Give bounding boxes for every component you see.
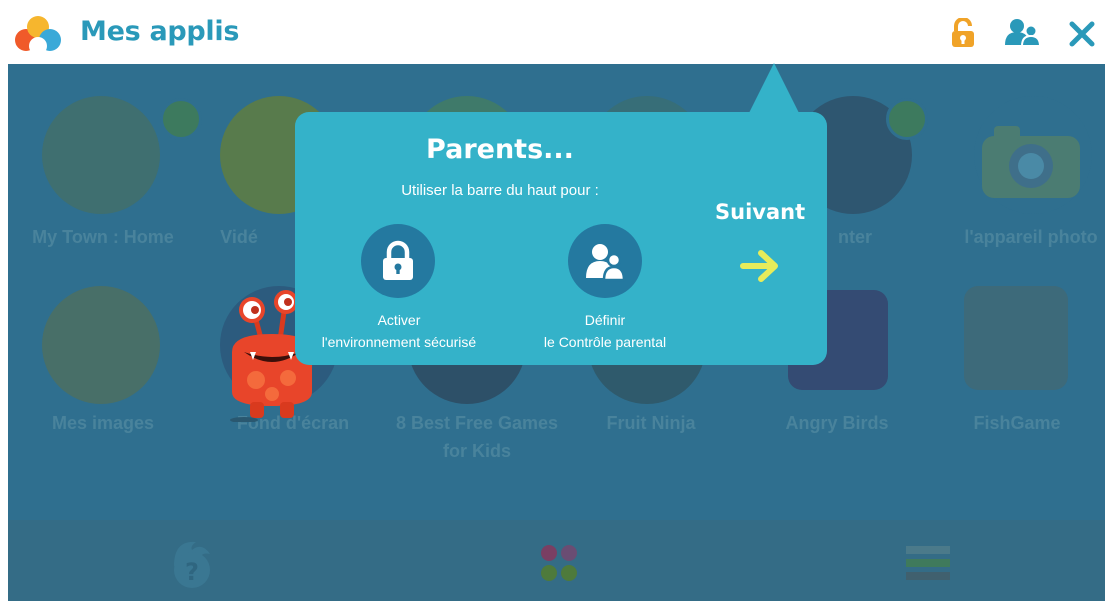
popup-title: Parents... [426, 134, 574, 165]
svg-text:?: ? [185, 558, 199, 586]
app-label: Mes images [51, 413, 155, 433]
menu-icon[interactable] [906, 546, 950, 580]
feature-label: Activer [377, 312, 421, 328]
app-label: Angry Birds [785, 413, 889, 433]
app-label: My Town : Home [32, 227, 174, 247]
page-title: Mes applis [80, 16, 240, 47]
popup-subtitle: Utiliser la barre du haut pour : [401, 182, 599, 199]
parental-users-icon[interactable] [1003, 17, 1043, 47]
arrow-right-icon[interactable] [739, 248, 781, 284]
camera-icon [982, 126, 1080, 198]
lock-icon [383, 240, 413, 280]
feature-label: le Contrôle parental [543, 334, 667, 350]
parental-control-button[interactable] [568, 224, 642, 298]
popup-pointer [748, 63, 800, 115]
app-logo-icon [15, 16, 61, 55]
close-icon[interactable] [1068, 20, 1096, 48]
app-icon-camera[interactable] [974, 96, 1092, 214]
app-icon-fishgame[interactable] [964, 286, 1068, 390]
app-icon-my-town[interactable] [42, 96, 160, 214]
parents-popup: Parents... Utiliser la barre du haut pou… [295, 112, 827, 365]
app-label: Vidé [220, 227, 258, 247]
feature-label: Définir [584, 312, 626, 328]
app-label: FishGame [973, 413, 1061, 433]
app-label: 8 Best Free Games [395, 413, 559, 433]
help-icon[interactable]: ? [166, 536, 216, 594]
unlock-icon[interactable] [950, 18, 976, 48]
app-icon-images[interactable] [42, 286, 160, 404]
app-label: nter [838, 227, 873, 247]
app-label: for Kids [442, 441, 511, 461]
app-label: Fruit Ninja [606, 413, 696, 433]
download-badge-icon [160, 98, 202, 140]
parental-users-icon [586, 244, 626, 282]
download-badge-icon [886, 98, 928, 140]
secure-env-button[interactable] [361, 224, 435, 298]
apps-grid-icon[interactable] [540, 544, 578, 582]
feature-label: l'environnement sécurisé [321, 334, 477, 350]
bottom-nav: ? [8, 520, 1105, 601]
app-label: l'appareil photo [964, 227, 1098, 247]
next-button[interactable]: Suivant [715, 200, 805, 224]
top-bar: Mes applis [0, 0, 1105, 64]
